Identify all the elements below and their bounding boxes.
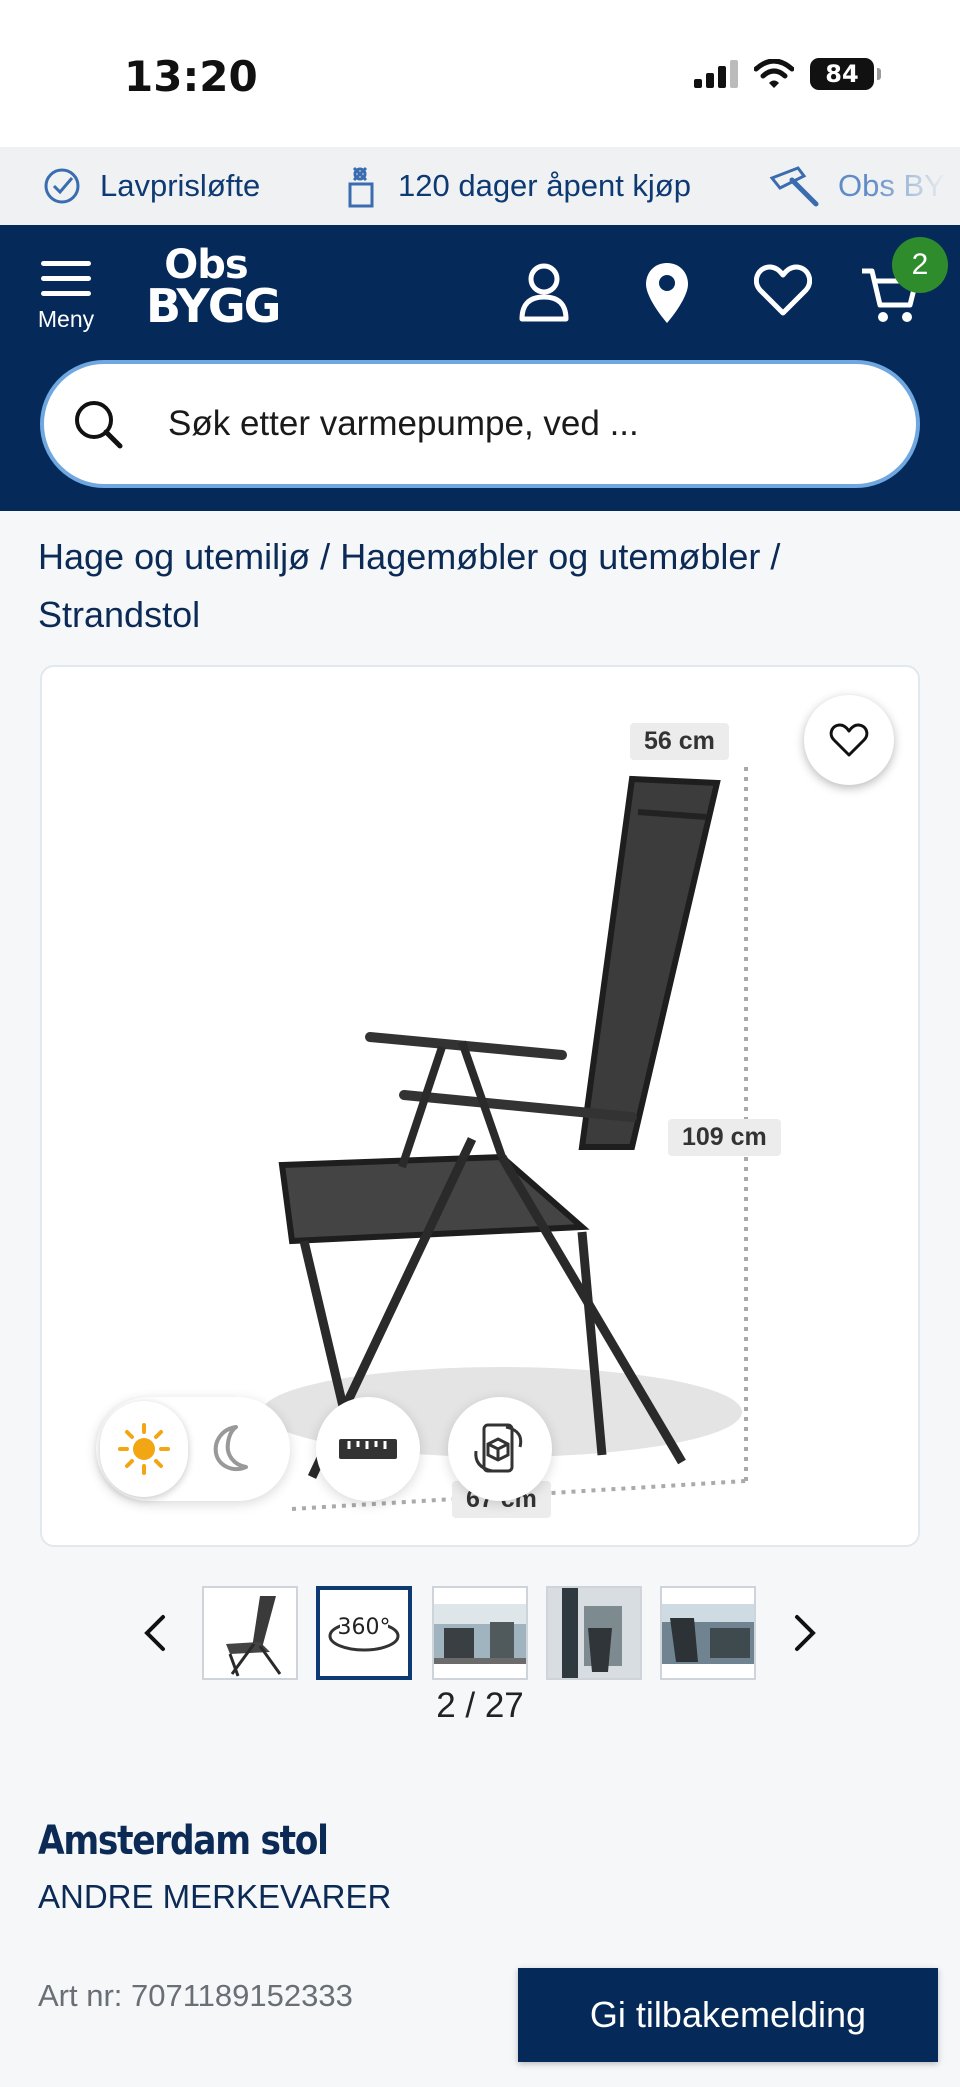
usp-bar: Lavprisløfte 120 dager åpent kjøp Obs BY… xyxy=(0,147,960,225)
thumbnail-1[interactable] xyxy=(202,1586,298,1680)
location-pin-icon[interactable] xyxy=(644,261,690,325)
hammer-icon xyxy=(769,166,819,207)
article-number: Art nr: 7071189152333 xyxy=(38,1978,353,2013)
chair-thumbnail-image xyxy=(226,1596,282,1677)
wishlist-heart-icon[interactable] xyxy=(754,263,812,317)
measure-button[interactable] xyxy=(316,1397,420,1501)
balcony-photo-thumbnail xyxy=(548,1588,640,1678)
ar-view-button[interactable] xyxy=(448,1397,552,1501)
usp-label: Lavprisløfte xyxy=(100,168,261,203)
logo-bottom-text: BYGG xyxy=(146,279,281,333)
light-dark-toggle[interactable] xyxy=(96,1397,290,1501)
ruler-icon xyxy=(339,1439,397,1459)
ar-3d-icon xyxy=(474,1423,523,1473)
status-bar: 13:20 84 xyxy=(0,0,960,147)
breadcrumb: Hage og utemiljø / Hagemøbler og utemøbl… xyxy=(38,528,928,644)
breadcrumb-item-garden-furniture[interactable]: Hagemøbler og utemøbler xyxy=(340,536,760,577)
usp-item-price[interactable]: Lavprisløfte xyxy=(42,147,260,225)
give-feedback-button[interactable]: Gi tilbakemelding xyxy=(518,1968,938,2062)
user-icon[interactable] xyxy=(516,261,572,325)
previous-image-button[interactable] xyxy=(130,1605,180,1661)
thumbnail-5[interactable] xyxy=(660,1586,756,1680)
chevron-right-icon xyxy=(795,1615,816,1651)
status-time: 13:20 xyxy=(124,52,258,101)
battery-indicator: 84 xyxy=(810,58,881,90)
gift-icon xyxy=(348,166,374,208)
signal-icon xyxy=(694,60,738,88)
heart-icon xyxy=(829,723,869,757)
product-title: Amsterdam stol xyxy=(38,1818,329,1864)
chevron-left-icon xyxy=(144,1615,165,1651)
menu-button[interactable]: Meny xyxy=(34,261,98,333)
status-icons: 84 xyxy=(694,58,881,90)
check-circle-icon xyxy=(44,168,80,204)
search-bar[interactable] xyxy=(40,360,920,488)
menu-label: Meny xyxy=(37,306,95,332)
product-image-gallery[interactable]: 56 cm 109 cm 67 cm xyxy=(40,665,920,1547)
search-icon[interactable] xyxy=(68,394,128,454)
usp-fade xyxy=(870,147,960,225)
image-counter: 2 / 27 xyxy=(436,1686,524,1725)
moon-icon[interactable] xyxy=(206,1421,256,1475)
thumbnail-360[interactable]: 360° xyxy=(316,1586,412,1680)
search-input[interactable] xyxy=(168,394,868,454)
thumbnail-strip: 360° xyxy=(0,1583,960,1683)
cart-count-badge: 2 xyxy=(892,237,948,293)
wifi-icon xyxy=(754,59,794,88)
rotate-360-icon: 360° xyxy=(328,1615,400,1652)
balcony-photo-thumbnail xyxy=(434,1604,526,1664)
obs-bygg-logo[interactable]: Obs BYGG xyxy=(146,245,281,333)
product-brand[interactable]: ANDRE MERKEVARER xyxy=(38,1878,391,1916)
breadcrumb-separator: / xyxy=(320,536,331,577)
thumbnail-4[interactable] xyxy=(546,1586,642,1680)
hamburger-icon xyxy=(34,261,98,296)
usp-item-return[interactable]: 120 dager åpent kjøp xyxy=(340,147,691,225)
breadcrumb-item-beach-chair[interactable]: Strandstol xyxy=(38,594,200,635)
light-mode-button[interactable] xyxy=(100,1401,188,1497)
usp-label: 120 dager åpent kjøp xyxy=(398,168,691,203)
next-image-button[interactable] xyxy=(780,1605,830,1661)
thumbnail-3[interactable] xyxy=(432,1586,528,1680)
sun-icon xyxy=(118,1423,170,1475)
balcony-photo-thumbnail xyxy=(662,1604,754,1664)
breadcrumb-separator: / xyxy=(770,536,781,577)
dimension-depth-label: 56 cm xyxy=(630,723,729,760)
dimension-height-label: 109 cm xyxy=(668,1119,781,1156)
breadcrumb-item-garden[interactable]: Hage og utemiljø xyxy=(38,536,310,577)
rotate-360-label: 360° xyxy=(338,1615,391,1640)
add-to-wishlist-button[interactable] xyxy=(804,695,894,785)
